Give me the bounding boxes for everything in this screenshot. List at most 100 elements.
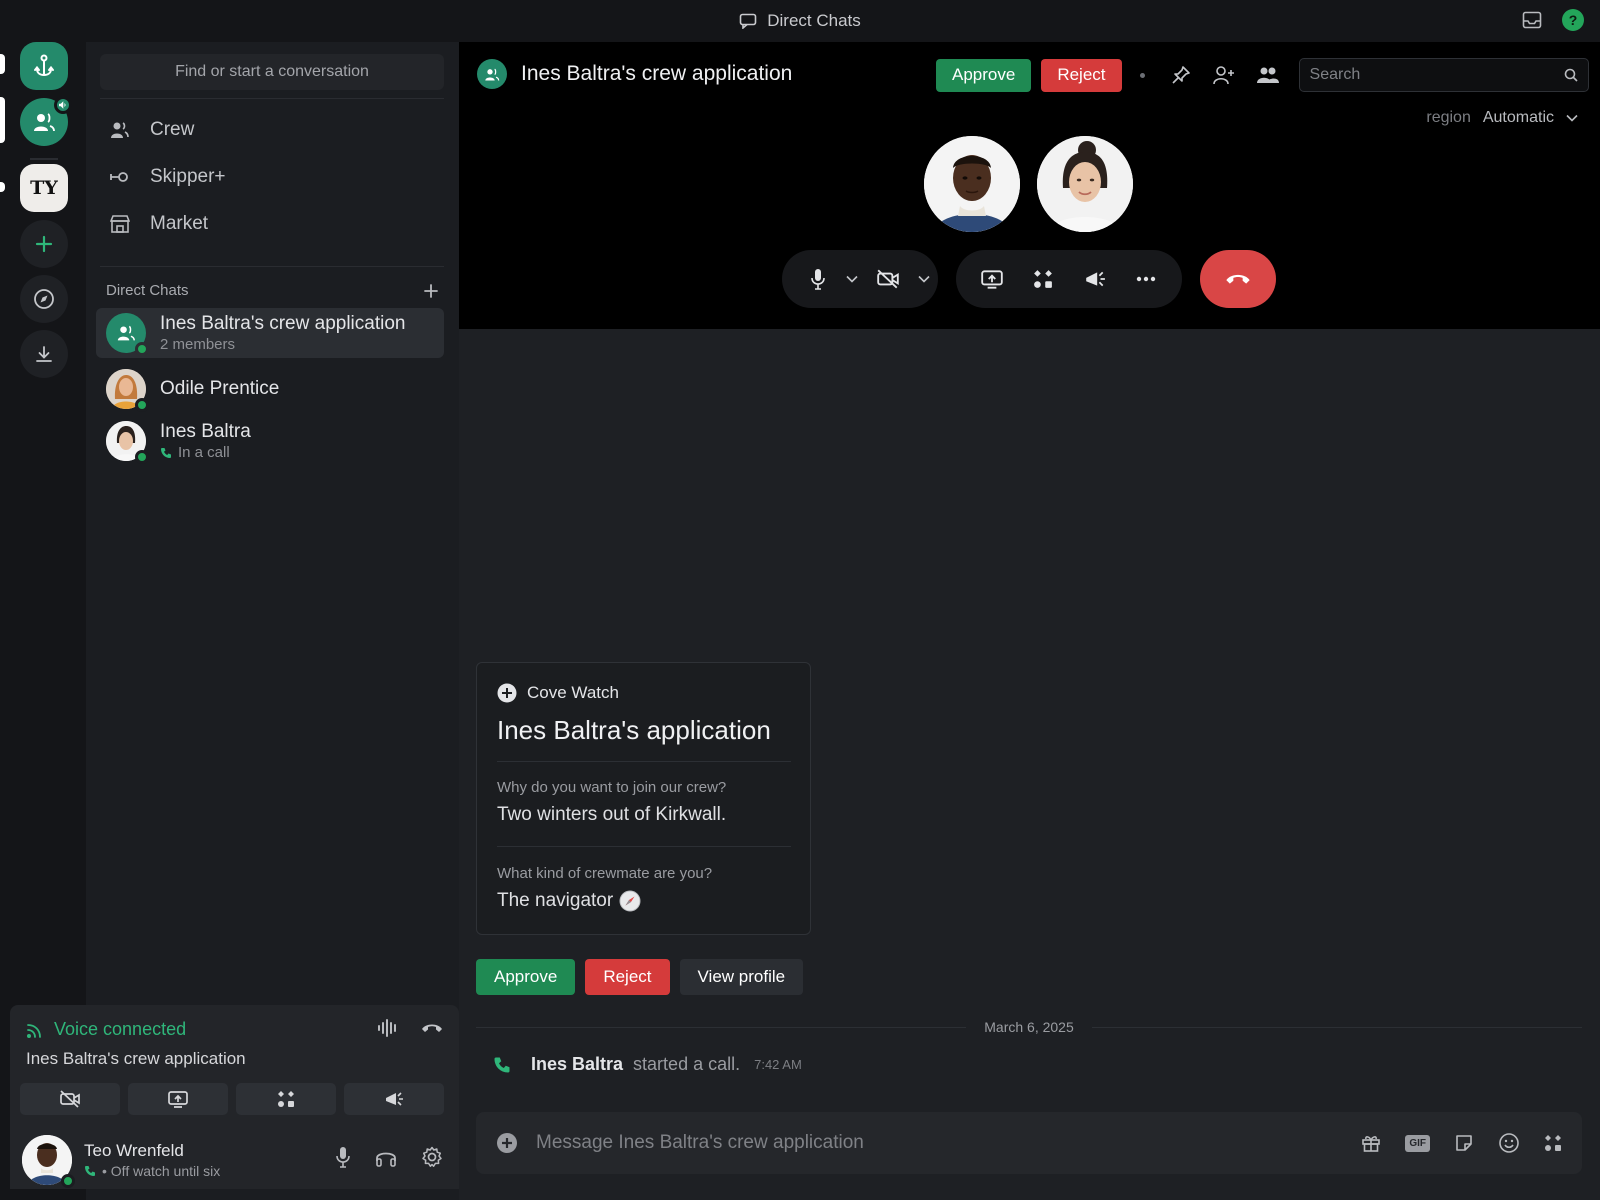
dm-item-odile-prentice[interactable]: Odile Prentice — [96, 364, 444, 414]
room-search-input[interactable]: Search — [1298, 58, 1589, 92]
camera-toggle-button[interactable] — [862, 269, 914, 289]
more-options-button[interactable] — [1124, 276, 1168, 282]
sidebar-item-skipper[interactable]: Skipper+ — [100, 157, 444, 197]
chevron-down-icon — [918, 275, 930, 283]
dm-item-ines-baltra[interactable]: Ines Baltra In a call — [96, 416, 444, 466]
conversation-search[interactable]: Find or start a conversation — [100, 54, 444, 90]
participant-teo[interactable] — [924, 136, 1020, 232]
download-button[interactable] — [20, 330, 68, 378]
add-member-icon[interactable] — [1212, 65, 1235, 85]
soundboard-button[interactable] — [344, 1083, 444, 1115]
noise-suppression-icon[interactable] — [377, 1019, 399, 1037]
camera-toggle-button[interactable] — [20, 1083, 120, 1115]
sidebar-item-crew[interactable]: Crew — [100, 110, 444, 150]
apps-icon[interactable] — [1544, 1134, 1562, 1152]
approve-button[interactable]: Approve — [936, 58, 1032, 92]
activities-button[interactable] — [236, 1083, 336, 1115]
sticker-icon[interactable] — [1454, 1133, 1474, 1153]
hang-up-button[interactable] — [1200, 250, 1276, 308]
user-status: • Off watch until six — [84, 1163, 220, 1179]
microphone-icon[interactable] — [335, 1146, 351, 1168]
dm-item-crew-application[interactable]: Ines Baltra's crew application 2 members — [96, 308, 444, 358]
call-event: Ines Baltra started a call. 7:42 AM — [493, 1054, 802, 1075]
card-approve-button[interactable]: Approve — [476, 959, 576, 995]
settings-gear-icon[interactable] — [421, 1146, 443, 1168]
activities-button[interactable] — [1021, 269, 1065, 289]
gift-icon[interactable] — [1361, 1133, 1381, 1153]
compass-emoji-icon — [619, 890, 641, 912]
dm-name: Ines Baltra — [160, 421, 251, 442]
event-time: 7:42 AM — [754, 1057, 802, 1072]
soundboard-button[interactable] — [1073, 269, 1117, 289]
card-actions: Approve Reject View profile — [476, 959, 804, 995]
phone-icon — [84, 1165, 96, 1177]
room-avatar[interactable] — [477, 59, 507, 89]
date-line — [476, 1026, 967, 1028]
mic-options-chevron[interactable] — [842, 275, 862, 283]
server-ty[interactable]: TY — [20, 164, 68, 212]
user-name: Teo Wrenfeld — [84, 1141, 184, 1160]
user-panel: Teo Wrenfeld • Off watch until six — [10, 1130, 459, 1190]
date-text: March 6, 2025 — [984, 1019, 1074, 1035]
card-source: Cove Watch — [497, 683, 619, 703]
direct-messages-button[interactable] — [20, 96, 72, 146]
chat-bubble-icon — [739, 13, 757, 29]
reject-button[interactable]: Reject — [1041, 58, 1122, 92]
avatar — [106, 369, 149, 412]
ellipsis-icon — [1137, 276, 1156, 282]
online-status-dot — [61, 1174, 75, 1188]
mic-toggle-button[interactable] — [794, 268, 842, 290]
window-title: Direct Chats — [739, 11, 861, 31]
event-text: started a call. — [633, 1054, 741, 1074]
rail-unread-indicator — [0, 182, 5, 192]
sidebar-item-label: Crew — [150, 119, 195, 140]
answer-2-text: The navigator — [497, 890, 614, 911]
answer-1: Two winters out of Kirkwall. — [497, 804, 726, 826]
add-server-button[interactable] — [20, 220, 68, 268]
card-divider — [497, 761, 791, 762]
direct-chats-header: Direct Chats — [106, 282, 438, 299]
card-reject-button[interactable]: Reject — [585, 959, 670, 995]
megaphone-icon — [1085, 271, 1105, 287]
activities-icon — [278, 1091, 294, 1107]
members-icon[interactable] — [1256, 66, 1279, 84]
section-title: Direct Chats — [106, 282, 189, 299]
microphone-icon — [811, 269, 825, 290]
emoji-icon[interactable] — [1498, 1132, 1520, 1154]
sidebar-item-market[interactable]: Market — [100, 204, 444, 244]
region-selector[interactable]: region Automatic — [1426, 109, 1578, 127]
answer-2: The navigator — [497, 890, 641, 912]
add-dm-icon[interactable] — [424, 283, 438, 298]
phone-icon — [493, 1056, 511, 1074]
screen-share-button[interactable] — [970, 269, 1014, 289]
pin-icon[interactable] — [1171, 65, 1191, 85]
key-icon — [110, 170, 130, 184]
headphones-icon[interactable] — [375, 1147, 397, 1167]
people-icon — [34, 113, 55, 132]
dm-name: Ines Baltra's crew application — [160, 313, 406, 334]
window-title-text: Direct Chats — [767, 11, 861, 30]
participant-ines[interactable] — [1037, 136, 1133, 232]
user-status-text: • Off watch until six — [102, 1163, 221, 1179]
event-author[interactable]: Ines Baltra — [531, 1054, 623, 1075]
rail-divider — [30, 158, 58, 160]
screen-share-button[interactable] — [128, 1083, 228, 1115]
room-title: Ines Baltra's crew application — [521, 62, 793, 85]
camera-options-chevron[interactable] — [914, 275, 934, 283]
user-avatar[interactable] — [22, 1135, 75, 1188]
attach-plus-icon[interactable] — [496, 1132, 518, 1154]
help-icon[interactable]: ? — [1562, 9, 1584, 31]
dm-call-status: In a call — [178, 444, 230, 461]
online-status-dot — [135, 450, 149, 464]
view-profile-button[interactable]: View profile — [679, 959, 804, 995]
disconnect-icon[interactable] — [421, 1022, 443, 1034]
inbox-icon[interactable] — [1522, 11, 1542, 29]
anchor-icon — [34, 54, 54, 77]
message-input[interactable]: Message Ines Baltra's crew application — [536, 1132, 1361, 1154]
participant-teo-avatar — [924, 136, 1020, 232]
gif-icon[interactable]: GIF — [1405, 1134, 1430, 1152]
explore-button[interactable] — [20, 275, 68, 323]
card-source-name: Cove Watch — [527, 683, 619, 702]
room-header: Ines Baltra's crew application — [477, 59, 792, 89]
home-anchor-button[interactable] — [20, 42, 68, 90]
